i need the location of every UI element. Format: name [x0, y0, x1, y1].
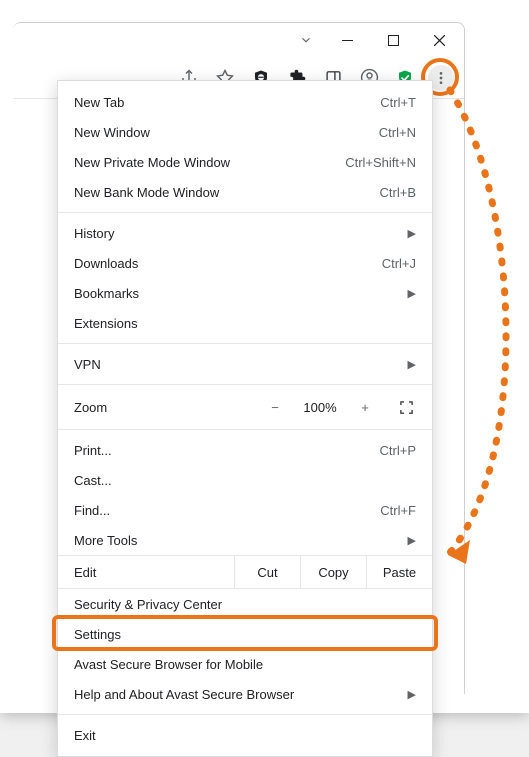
- menu-item-label: Find...: [74, 503, 368, 518]
- close-button[interactable]: [416, 24, 462, 56]
- menu-item-label: Exit: [74, 728, 416, 743]
- menu-separator: [58, 384, 432, 385]
- menu-cast[interactable]: Cast...: [58, 465, 432, 495]
- submenu-arrow-icon: ▶: [408, 534, 416, 547]
- minimize-button[interactable]: [324, 24, 370, 56]
- menu-item-label: New Tab: [74, 95, 368, 110]
- zoom-out-button[interactable]: −: [264, 396, 286, 418]
- menu-item-label: Bookmarks: [74, 286, 396, 301]
- menu-new-bank[interactable]: New Bank Mode Window Ctrl+B: [58, 177, 432, 207]
- menu-exit[interactable]: Exit: [58, 720, 432, 750]
- menu-edit-row: Edit Cut Copy Paste: [58, 555, 432, 589]
- menu-mobile[interactable]: Avast Secure Browser for Mobile: [58, 649, 432, 679]
- menu-settings[interactable]: Settings: [58, 619, 432, 649]
- menu-item-label: More Tools: [74, 533, 396, 548]
- menu-separator: [58, 212, 432, 213]
- submenu-arrow-icon: ▶: [408, 358, 416, 371]
- copy-button[interactable]: Copy: [300, 556, 366, 588]
- main-menu: New Tab Ctrl+T New Window Ctrl+N New Pri…: [57, 80, 433, 757]
- menu-find[interactable]: Find... Ctrl+F: [58, 495, 432, 525]
- menu-item-label: Downloads: [74, 256, 370, 271]
- menu-downloads[interactable]: Downloads Ctrl+J: [58, 248, 432, 278]
- menu-item-label: Help and About Avast Secure Browser: [74, 687, 396, 702]
- titlebar: [13, 23, 464, 57]
- menu-item-shortcut: Ctrl+J: [382, 256, 416, 271]
- menu-new-private[interactable]: New Private Mode Window Ctrl+Shift+N: [58, 147, 432, 177]
- menu-item-label: Print...: [74, 443, 368, 458]
- menu-item-label: Settings: [74, 627, 416, 642]
- submenu-arrow-icon: ▶: [408, 287, 416, 300]
- menu-more-tools[interactable]: More Tools ▶: [58, 525, 432, 555]
- edit-label: Edit: [58, 556, 234, 588]
- submenu-arrow-icon: ▶: [408, 688, 416, 701]
- menu-security-center[interactable]: Security & Privacy Center: [58, 589, 432, 619]
- menu-item-shortcut: Ctrl+P: [380, 443, 416, 458]
- menu-item-label: New Window: [74, 125, 367, 140]
- zoom-value: 100%: [300, 400, 340, 415]
- paste-button[interactable]: Paste: [366, 556, 432, 588]
- menu-item-label: History: [74, 226, 396, 241]
- menu-new-tab[interactable]: New Tab Ctrl+T: [58, 87, 432, 117]
- tab-search-button[interactable]: [290, 26, 322, 54]
- menu-item-label: Security & Privacy Center: [74, 597, 416, 612]
- maximize-button[interactable]: [370, 24, 416, 56]
- menu-item-label: VPN: [74, 357, 396, 372]
- menu-extensions[interactable]: Extensions: [58, 308, 432, 338]
- menu-item-label: Extensions: [74, 316, 416, 331]
- menu-item-shortcut: Ctrl+Shift+N: [345, 155, 416, 170]
- menu-separator: [58, 429, 432, 430]
- menu-item-label: New Bank Mode Window: [74, 185, 368, 200]
- menu-item-label: Cast...: [74, 473, 416, 488]
- submenu-arrow-icon: ▶: [408, 227, 416, 240]
- cut-button[interactable]: Cut: [234, 556, 300, 588]
- menu-item-label: Avast Secure Browser for Mobile: [74, 657, 416, 672]
- menu-separator: [58, 343, 432, 344]
- menu-item-shortcut: Ctrl+B: [380, 185, 416, 200]
- menu-item-shortcut: Ctrl+F: [380, 503, 416, 518]
- menu-item-shortcut: Ctrl+T: [380, 95, 416, 110]
- menu-item-shortcut: Ctrl+N: [379, 125, 416, 140]
- menu-vpn[interactable]: VPN ▶: [58, 349, 432, 379]
- menu-bookmarks[interactable]: Bookmarks ▶: [58, 278, 432, 308]
- zoom-in-button[interactable]: +: [354, 396, 376, 418]
- menu-new-window[interactable]: New Window Ctrl+N: [58, 117, 432, 147]
- zoom-label: Zoom: [74, 400, 264, 415]
- menu-print[interactable]: Print... Ctrl+P: [58, 435, 432, 465]
- menu-history[interactable]: History ▶: [58, 218, 432, 248]
- menu-item-label: New Private Mode Window: [74, 155, 333, 170]
- fullscreen-button[interactable]: [392, 393, 420, 421]
- menu-zoom-row: Zoom − 100% +: [58, 390, 432, 424]
- menu-help[interactable]: Help and About Avast Secure Browser ▶: [58, 679, 432, 709]
- menu-separator: [58, 714, 432, 715]
